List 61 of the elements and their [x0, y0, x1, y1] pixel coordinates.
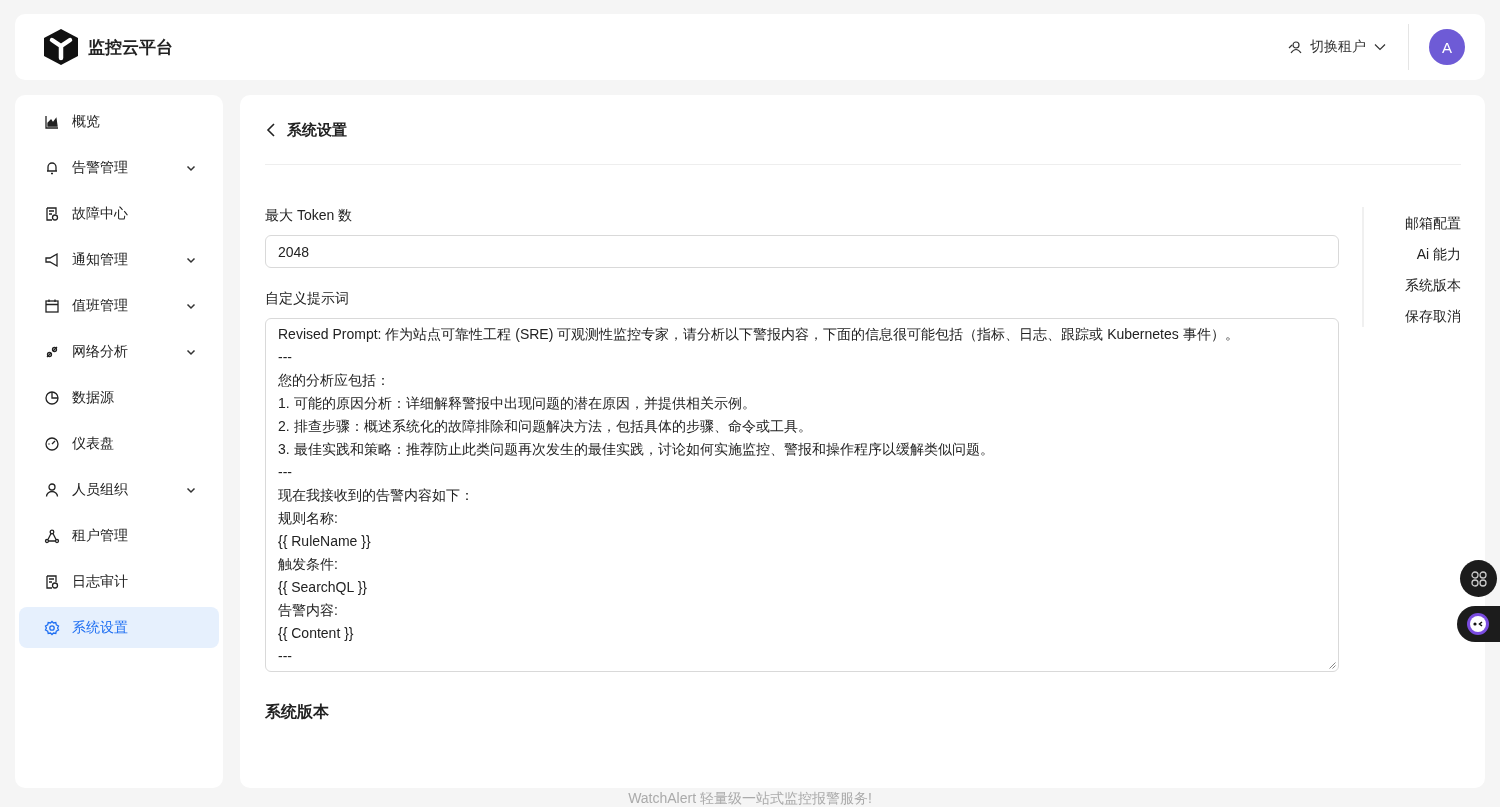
assistant-button[interactable] — [1457, 606, 1500, 642]
prompt-line: 2. 排查步骤：概述系统化的故障排除和问题解决方法，包括具体的步骤、命令或工具。 — [278, 417, 812, 436]
back-button[interactable] — [265, 123, 277, 137]
field-label: 最大 Token 数 — [265, 207, 354, 225]
prompt-line: 现在我接收到的告警内容如下： — [278, 486, 474, 505]
bell-icon — [44, 159, 60, 176]
anchor-link[interactable]: Ai 能力 — [1416, 243, 1461, 265]
prompt-line: 告警内容: — [278, 601, 338, 620]
field-label: 自定义提示词 — [265, 290, 350, 308]
prompt-line: 规则名称: — [278, 509, 338, 528]
prompt-textarea[interactable] — [265, 318, 1339, 672]
tenant-switch[interactable]: 切换租户 — [1288, 38, 1386, 56]
area-chart-icon — [44, 113, 60, 130]
document-icon — [44, 573, 60, 590]
four-circles-icon — [1469, 569, 1488, 588]
section-heading: 系统版本 — [265, 702, 330, 722]
input-field[interactable]: 2048 — [265, 235, 1339, 268]
prompt-line: 1. 可能的原因分析：详细解释警报中出现问题的潜在原因，并提供相关示例。 — [278, 394, 756, 413]
prompt-line: Revised Prompt: 作为站点可靠性工程 (SRE) 可观测性监控专家，请分析以下警报内容，下面的信息很可能包括（指标、日志、跟踪或 Kubernetes 事件）。 — [278, 325, 1239, 344]
prompt-line: 3. 最佳实践和策略：推荐防止此类问题再次发生的最佳实践，讨论如何实施监控、警报和操作程序以缓解类似问题。 — [278, 440, 994, 459]
sidebar-item[interactable]: 网络分析 — [19, 331, 219, 372]
gauge-icon — [44, 435, 60, 452]
settings-icon — [44, 619, 60, 636]
resize-grip-icon — [1329, 662, 1336, 669]
page-title: 系统设置 — [287, 120, 347, 140]
sidebar-item[interactable]: 租户管理 — [19, 515, 219, 556]
anchor-link[interactable]: 邮箱配置 — [1405, 212, 1461, 234]
sidebar-item[interactable]: 故障中心 — [19, 193, 219, 234]
prompt-line: 触发条件: — [278, 555, 338, 574]
megaphone-icon — [44, 251, 60, 268]
brand-name: 监控云平台 — [88, 36, 173, 59]
prompt-line: --- — [278, 647, 292, 666]
tenant-switch-label: 切换租户 — [1310, 38, 1366, 56]
sidebar-item[interactable]: 告警管理 — [19, 147, 219, 188]
sidebar-item[interactable]: 通知管理 — [19, 239, 219, 280]
prompt-line: {{ Content }} — [278, 624, 354, 643]
sidebar-item[interactable]: 值班管理 — [19, 285, 219, 326]
sidebar-item[interactable]: 人员组织 — [19, 469, 219, 510]
prompt-line: --- — [278, 463, 292, 482]
cube-logo-icon — [42, 28, 80, 66]
calendar-icon — [44, 297, 60, 314]
prompt-line: {{ RuleName }} — [278, 532, 371, 551]
prompt-line: 您的分析应包括： — [278, 371, 390, 390]
prompt-line: {{ SearchQL }} — [278, 578, 367, 597]
anchor-link[interactable]: 保存取消 — [1405, 305, 1461, 327]
sidebar-item[interactable]: 数据源 — [19, 377, 219, 418]
back-icon — [265, 123, 277, 137]
user-avatar[interactable]: A — [1429, 29, 1465, 65]
pie-chart-icon — [44, 389, 60, 406]
sidebar-item[interactable]: 仪表盘 — [19, 423, 219, 464]
sidebar-item[interactable]: 概览 — [19, 101, 219, 142]
prompt-line: --- — [278, 348, 292, 367]
users-icon — [1288, 40, 1302, 54]
sidebar-item[interactable]: 系统设置 — [19, 607, 219, 648]
robot-face-icon — [1466, 612, 1490, 636]
user-icon — [44, 481, 60, 498]
document-icon — [44, 205, 60, 222]
network-nodes-icon — [44, 527, 60, 544]
footer-text: WatchAlert 轻量级一站式监控报警服务! — [627, 790, 873, 807]
anchor-link[interactable]: 系统版本 — [1405, 274, 1461, 296]
sidebar-item[interactable]: 日志审计 — [19, 561, 219, 602]
